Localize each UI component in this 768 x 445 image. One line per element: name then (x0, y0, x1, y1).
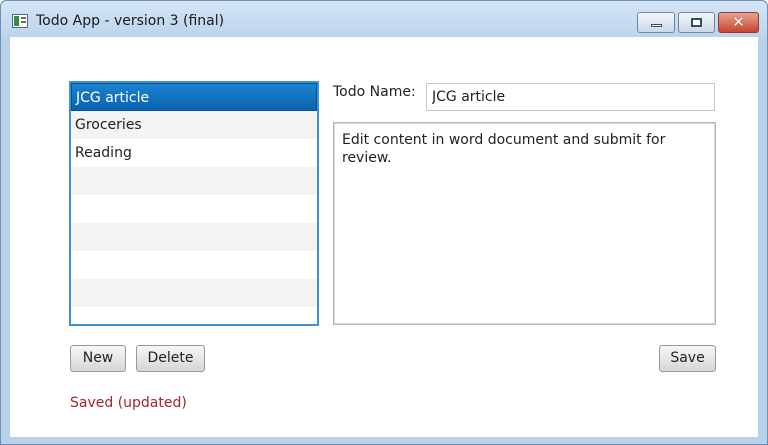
status-message: Saved (updated) (70, 395, 187, 411)
window-title: Todo App - version 3 (final) (36, 13, 225, 29)
list-item[interactable]: JCG article (71, 83, 317, 111)
list-empty-row[interactable] (71, 167, 317, 195)
delete-button[interactable]: Delete (136, 345, 205, 372)
save-button[interactable]: Save (659, 345, 716, 372)
minimize-button[interactable] (637, 12, 675, 33)
client-area: JCG articleGroceriesReading Todo Name: E… (10, 37, 758, 437)
new-button[interactable]: New (70, 345, 126, 372)
maximize-button[interactable] (678, 12, 715, 33)
todo-description-textarea[interactable]: Edit content in word document and submit… (333, 122, 716, 325)
todo-name-label: Todo Name: (333, 84, 416, 100)
minimize-icon (650, 24, 662, 27)
close-icon: ✕ (732, 13, 745, 31)
app-icon (12, 14, 28, 28)
list-empty-row[interactable] (71, 223, 317, 251)
list-empty-row[interactable] (71, 251, 317, 279)
list-item[interactable]: Groceries (71, 111, 317, 139)
title-bar[interactable]: Todo App - version 3 (final) ✕ (1, 1, 767, 37)
maximize-icon (691, 18, 702, 27)
list-item[interactable]: Reading (71, 139, 317, 167)
close-button[interactable]: ✕ (718, 12, 759, 33)
list-empty-row[interactable] (71, 279, 317, 307)
todo-name-input[interactable] (426, 83, 715, 111)
todo-list[interactable]: JCG article Groceries Reading (69, 81, 319, 326)
list-empty-row[interactable] (71, 307, 317, 324)
list-empty-row[interactable] (71, 195, 317, 223)
app-window: Todo App - version 3 (final) ✕ JCG artic… (0, 0, 768, 445)
